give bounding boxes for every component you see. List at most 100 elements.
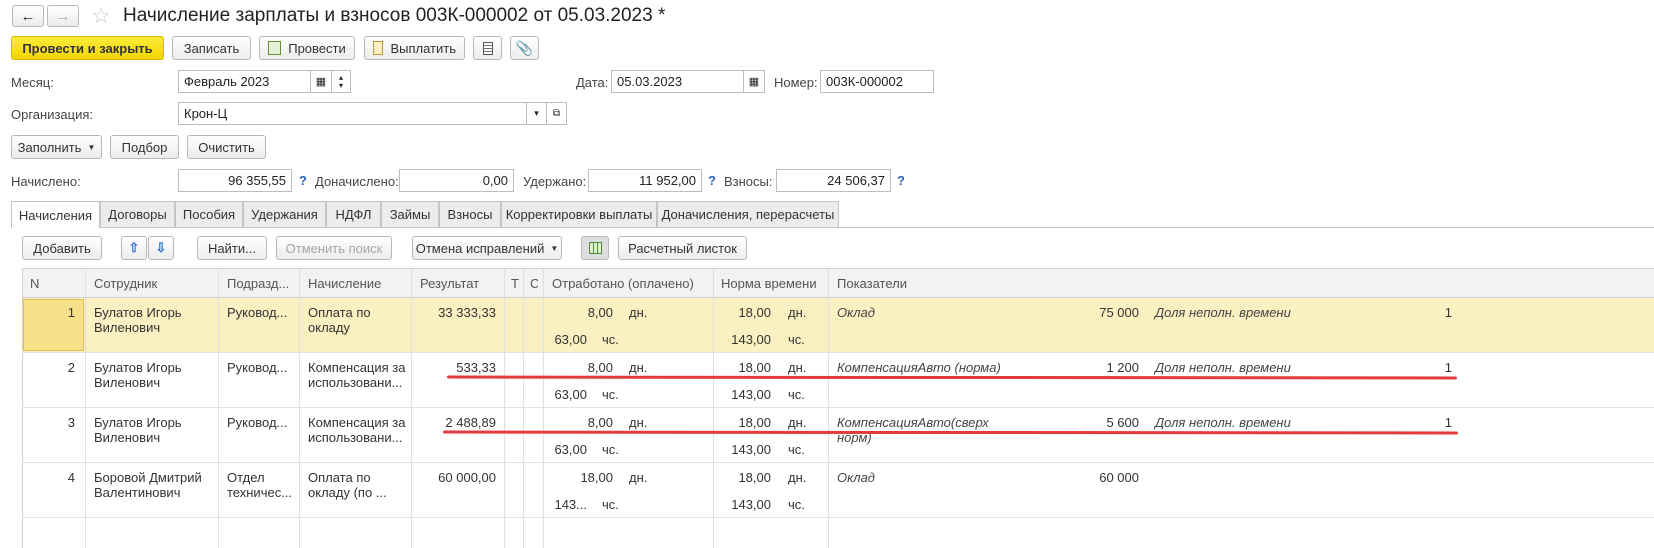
indicator-value[interactable]: 60 000 <box>1040 470 1139 485</box>
move-up-button[interactable]: ⇧ <box>121 236 147 260</box>
col-c[interactable]: С <box>530 276 538 291</box>
department[interactable]: Руковод... <box>227 360 287 375</box>
worked-hours-unit[interactable]: чс. <box>602 442 619 457</box>
number-field[interactable]: 003К-000002 <box>820 70 934 93</box>
worked-days-unit[interactable]: дн. <box>629 305 647 320</box>
result-value[interactable]: 533,33 <box>414 360 496 375</box>
col-employee[interactable]: Сотрудник <box>94 276 157 291</box>
add-row-button[interactable]: Добавить <box>22 236 102 260</box>
organization-field[interactable]: Крон-Ц <box>178 102 527 125</box>
spin-down-icon[interactable]: ▾ <box>339 81 343 90</box>
norm-days-unit[interactable]: дн. <box>788 360 806 375</box>
employee-line1[interactable]: Булатов Игорь <box>94 305 182 320</box>
month-calendar-button[interactable]: ▦ <box>310 70 332 93</box>
norm-days[interactable]: 18,00 <box>716 305 771 320</box>
tab-contributions[interactable]: Взносы <box>439 201 501 227</box>
row-number[interactable]: 2 <box>30 360 75 375</box>
indicator-value[interactable]: 5 600 <box>1040 415 1139 430</box>
employee-line2[interactable]: Виленович <box>94 430 160 445</box>
organization-open-button[interactable]: ⧉ <box>546 102 567 125</box>
cancel-search-button[interactable]: Отменить поиск <box>276 236 392 260</box>
row-number[interactable]: 4 <box>30 470 75 485</box>
clear-button[interactable]: Очистить <box>187 135 266 159</box>
indicator-name[interactable]: КомпенсацияАвто (норма) <box>837 360 1001 375</box>
accrual-line2[interactable]: окладу (по ... <box>308 485 387 500</box>
tab-recalculations[interactable]: Доначисления, перерасчеты <box>657 201 839 227</box>
withheld-help-icon[interactable]: ? <box>708 173 716 188</box>
accrual-line2[interactable]: использовани... <box>308 430 402 445</box>
department[interactable]: Руковод... <box>227 415 287 430</box>
indicator2-value[interactable]: 1 <box>1380 305 1452 320</box>
department-line2[interactable]: техничес... <box>227 485 292 500</box>
norm-hours[interactable]: 143,00 <box>716 387 771 402</box>
cancel-corrections-button[interactable]: Отмена исправлений ▼ <box>412 236 562 260</box>
employee-line2[interactable]: Виленович <box>94 320 160 335</box>
worked-days-unit[interactable]: дн. <box>629 360 647 375</box>
organization-dropdown-button[interactable]: ▾ <box>526 102 547 125</box>
worked-days[interactable]: 8,00 <box>548 360 613 375</box>
worked-days-unit[interactable]: дн. <box>629 470 647 485</box>
accrual-line1[interactable]: Оплата по <box>308 305 371 320</box>
col-indicators[interactable]: Показатели <box>837 276 907 291</box>
accrued-help-icon[interactable]: ? <box>299 173 307 188</box>
worked-days[interactable]: 8,00 <box>548 305 613 320</box>
indicator-name[interactable]: КомпенсацияАвто(сверх <box>837 415 989 430</box>
norm-hours-unit[interactable]: чс. <box>788 387 805 402</box>
date-field[interactable]: 05.03.2023 <box>611 70 744 93</box>
indicator2-value[interactable]: 1 <box>1380 360 1452 375</box>
col-t[interactable]: Т <box>511 276 519 291</box>
norm-days[interactable]: 18,00 <box>716 415 771 430</box>
norm-hours[interactable]: 143,00 <box>716 332 771 347</box>
tab-accruals[interactable]: Начисления <box>11 201 100 228</box>
norm-days[interactable]: 18,00 <box>716 470 771 485</box>
result-value[interactable]: 60 000,00 <box>414 470 496 485</box>
star-icon[interactable]: ☆ <box>88 3 114 29</box>
department[interactable]: Руковод... <box>227 305 287 320</box>
norm-hours[interactable]: 143,00 <box>716 497 771 512</box>
indicator2-name[interactable]: Доля неполн. времени <box>1155 415 1291 430</box>
col-n[interactable]: N <box>30 276 39 291</box>
forward-button[interactable]: → <box>47 5 79 27</box>
row-number[interactable]: 3 <box>30 415 75 430</box>
date-calendar-button[interactable]: ▦ <box>743 70 765 93</box>
result-value[interactable]: 33 333,33 <box>414 305 496 320</box>
worked-hours[interactable]: 143... <box>548 497 587 512</box>
employee-line1[interactable]: Булатов Игорь <box>94 415 182 430</box>
save-button[interactable]: Записать <box>172 36 251 60</box>
tab-ndfl[interactable]: НДФЛ <box>326 201 381 227</box>
back-button[interactable]: ← <box>12 5 44 27</box>
accrual-line2[interactable]: окладу <box>308 320 350 335</box>
indicator-value[interactable]: 1 200 <box>1040 360 1139 375</box>
worked-hours[interactable]: 63,00 <box>548 387 587 402</box>
tab-contracts[interactable]: Договоры <box>100 201 175 227</box>
month-field[interactable]: Февраль 2023 <box>178 70 311 93</box>
select-button[interactable]: Подбор <box>110 135 179 159</box>
indicator-name[interactable]: Оклад <box>837 305 875 320</box>
table-settings-button[interactable] <box>581 236 609 260</box>
accrual-line1[interactable]: Компенсация за <box>308 415 405 430</box>
result-value[interactable]: 2 488,89 <box>414 415 496 430</box>
fill-button[interactable]: Заполнить ▼ <box>11 135 102 159</box>
worked-hours-unit[interactable]: чс. <box>602 497 619 512</box>
worked-days[interactable]: 18,00 <box>548 470 613 485</box>
department[interactable]: Отдел <box>227 470 265 485</box>
report-button[interactable] <box>473 36 502 60</box>
find-button[interactable]: Найти... <box>197 236 267 260</box>
norm-hours-unit[interactable]: чс. <box>788 442 805 457</box>
attach-button[interactable]: 📎 <box>510 36 539 60</box>
worked-days-unit[interactable]: дн. <box>629 415 647 430</box>
col-result[interactable]: Результат <box>420 276 479 291</box>
norm-days-unit[interactable]: дн. <box>788 305 806 320</box>
norm-hours[interactable]: 143,00 <box>716 442 771 457</box>
contributions-help-icon[interactable]: ? <box>897 173 905 188</box>
indicator2-name[interactable]: Доля неполн. времени <box>1155 305 1291 320</box>
tab-payment-corrections[interactable]: Корректировки выплаты <box>501 201 657 227</box>
norm-hours-unit[interactable]: чс. <box>788 497 805 512</box>
employee-line1[interactable]: Булатов Игорь <box>94 360 182 375</box>
post-and-close-button[interactable]: Провести и закрыть <box>11 36 164 60</box>
indicator-name[interactable]: Оклад <box>837 470 875 485</box>
worked-hours[interactable]: 63,00 <box>548 332 587 347</box>
pay-button[interactable]: Выплатить <box>364 36 465 60</box>
col-accrual[interactable]: Начисление <box>308 276 381 291</box>
indicator-value[interactable]: 75 000 <box>1040 305 1139 320</box>
